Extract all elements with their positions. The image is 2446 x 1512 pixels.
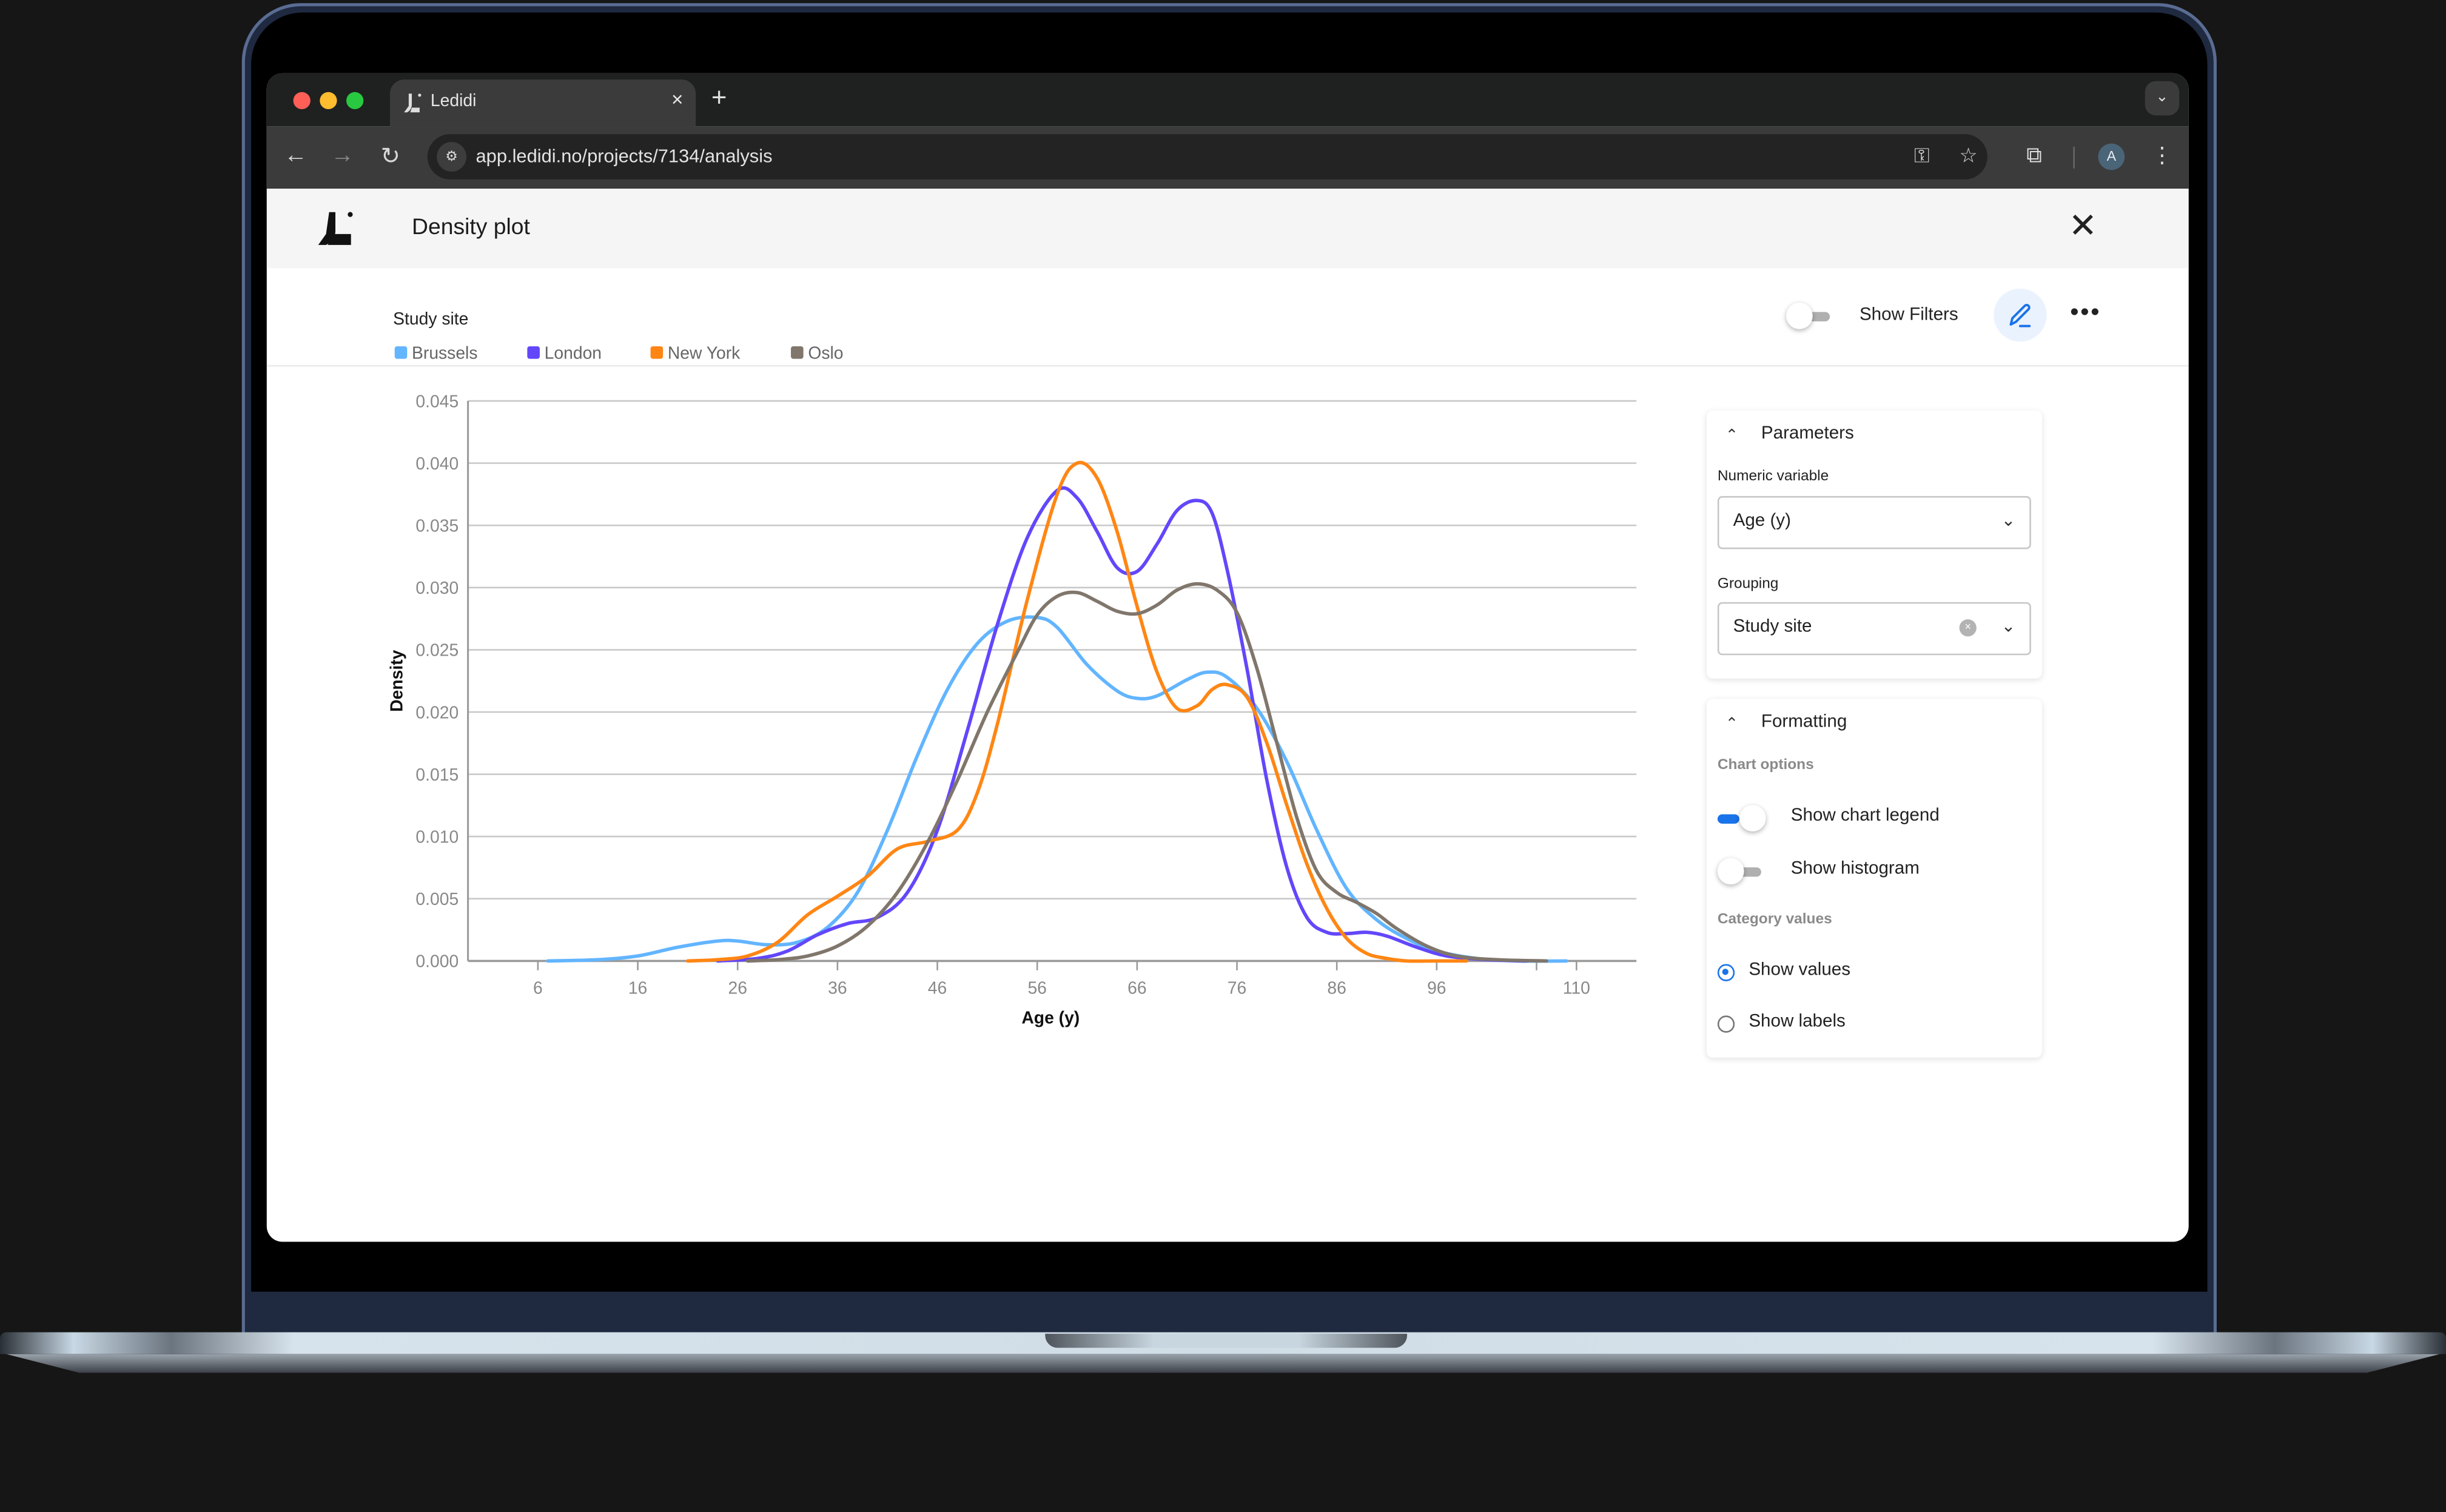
x-tick-label: 66 (1127, 978, 1146, 997)
formatting-card: ⌃ Formatting Chart options Show chart le… (1706, 699, 2042, 1058)
ledidi-favicon-icon (404, 93, 422, 113)
x-tick-label: 46 (928, 978, 947, 997)
formatting-title[interactable]: Formatting (1761, 713, 1847, 731)
show-chart-legend-toggle[interactable] (1717, 805, 1766, 832)
address-bar[interactable]: ⚙ app.ledidi.no/projects/7134/analysis ⚿… (427, 134, 1987, 180)
grouping-value: Study site (1733, 617, 1812, 637)
collapse-chevron-icon[interactable]: ⌃ (1725, 716, 1739, 733)
minimize-window-button[interactable] (320, 92, 337, 110)
laptop-notch (1045, 1334, 1408, 1348)
site-settings-icon[interactable]: ⚙ (437, 142, 467, 172)
bookmark-star-icon[interactable]: ☆ (1960, 144, 1978, 169)
tab-search-button[interactable]: ⌄ (2145, 81, 2180, 116)
tab-title: Ledidi (430, 92, 477, 111)
show-labels-radio[interactable] (1717, 1015, 1735, 1033)
x-tick-label: 36 (828, 978, 847, 997)
browser-menu-icon[interactable]: ⋮ (2151, 142, 2173, 169)
new-tab-button[interactable]: + (711, 82, 727, 113)
x-tick-label: 86 (1327, 978, 1346, 997)
y-tick-label: 0.010 (415, 827, 459, 847)
numeric-variable-label: Numeric variable (1717, 468, 1829, 485)
legend-swatch-brussels (394, 346, 408, 359)
show-values-radio[interactable] (1717, 964, 1735, 981)
y-tick-label: 0.000 (415, 952, 459, 971)
show-labels-label: Show labels (1749, 1012, 1846, 1032)
x-tick-label: 96 (1427, 978, 1446, 997)
parameters-title[interactable]: Parameters (1761, 425, 1854, 443)
numeric-variable-select[interactable]: Age (y) ⌄ (1717, 496, 2031, 549)
parameters-card: ⌃ Parameters Numeric variable Age (y) ⌄ … (1706, 410, 2042, 679)
show-chart-legend-label: Show chart legend (1790, 806, 1940, 825)
grouping-label: Grouping (1717, 576, 1779, 593)
legend-title: Study site (393, 309, 468, 328)
series-line-brussels (546, 615, 1568, 963)
reload-button[interactable]: ↻ (381, 142, 400, 170)
forward-button[interactable]: → (331, 142, 354, 169)
back-button[interactable]: ← (284, 142, 307, 169)
chart-options-label: Chart options (1717, 756, 1814, 774)
legend-label: London (545, 343, 602, 363)
legend-swatch-oslo (791, 346, 804, 359)
chevron-down-icon: ⌄ (2001, 617, 2016, 637)
x-tick-label: 6 (533, 978, 543, 997)
y-axis-ticks: 0.000 0.005 0.010 0.015 0.020 0.025 0.030 0.035… (415, 391, 459, 970)
x-tick-label: 76 (1228, 978, 1246, 997)
maximize-window-button[interactable] (346, 92, 364, 110)
app-content: Density plot ✕ Show Filters ••• Study si… (266, 189, 2189, 1242)
category-values-label: Category values (1717, 911, 1832, 929)
close-window-button[interactable] (293, 92, 311, 110)
x-tick-label: 56 (1027, 978, 1046, 997)
y-tick-label: 0.035 (415, 516, 459, 536)
laptop-base-bottom (6, 1354, 2440, 1373)
x-axis-ticks: 6 16 26 36 46 56 66 76 86 96 110 (533, 961, 1590, 997)
show-histogram-label: Show histogram (1790, 859, 1920, 879)
browser-toolbar: ← → ↻ ⚙ app.ledidi.no/projects/7134/anal… (266, 126, 2189, 189)
tab-bar: Ledidi × + ⌄ (266, 73, 2189, 127)
clear-selection-icon[interactable]: × (1959, 619, 1977, 637)
legend-label: Oslo (808, 343, 843, 363)
password-key-icon[interactable]: ⚿ (1914, 144, 1929, 169)
collapse-chevron-icon[interactable]: ⌃ (1725, 428, 1739, 445)
chart-legend: Study site Brussels London New York Oslo (393, 309, 843, 363)
chevron-down-icon: ⌄ (2155, 89, 2169, 106)
profile-avatar[interactable]: A (2098, 143, 2125, 170)
y-tick-label: 0.040 (415, 454, 459, 473)
legend-swatch-new-york (650, 346, 664, 359)
chevron-down-icon: ⌄ (2001, 511, 2016, 531)
browser-window: Ledidi × + ⌄ ← → ↻ ⚙ app.ledidi.no/proje… (266, 73, 2189, 1242)
toolbar-divider (2073, 146, 2075, 169)
toggle-track (1717, 814, 1739, 824)
y-tick-label: 0.015 (415, 765, 459, 784)
y-tick-label: 0.020 (415, 702, 459, 722)
toggle-knob (1717, 858, 1744, 885)
extensions-icon[interactable]: ⧉ (2026, 142, 2042, 169)
y-tick-label: 0.025 (415, 640, 459, 660)
show-values-label: Show values (1749, 961, 1851, 980)
toggle-knob (1739, 805, 1766, 832)
screenshot-stage: Ledidi × + ⌄ ← → ↻ ⚙ app.ledidi.no/proje… (0, 0, 2446, 1511)
numeric-variable-value: Age (y) (1733, 511, 1791, 531)
x-axis-label: Age (y) (1021, 1007, 1080, 1027)
legend-swatch-london (527, 346, 540, 359)
x-tick-label: 26 (728, 978, 747, 997)
y-tick-label: 0.045 (415, 391, 459, 411)
series-line-london (716, 486, 1528, 963)
browser-tab[interactable]: Ledidi × (390, 79, 696, 127)
grouping-select[interactable]: Study site × ⌄ (1717, 602, 2031, 656)
y-tick-label: 0.005 (415, 889, 459, 909)
show-histogram-toggle[interactable] (1717, 858, 1764, 885)
x-tick-label: 110 (1563, 978, 1590, 997)
legend-label: Brussels (412, 343, 477, 363)
tab-close-icon[interactable]: × (671, 87, 684, 111)
y-axis-label: Density (387, 650, 406, 711)
url-text[interactable]: app.ledidi.no/projects/7134/analysis (475, 145, 772, 167)
x-tick-label: 16 (628, 978, 647, 997)
y-tick-label: 0.030 (415, 578, 459, 597)
chart-gridlines (467, 400, 1637, 963)
legend-label: New York (668, 343, 741, 363)
